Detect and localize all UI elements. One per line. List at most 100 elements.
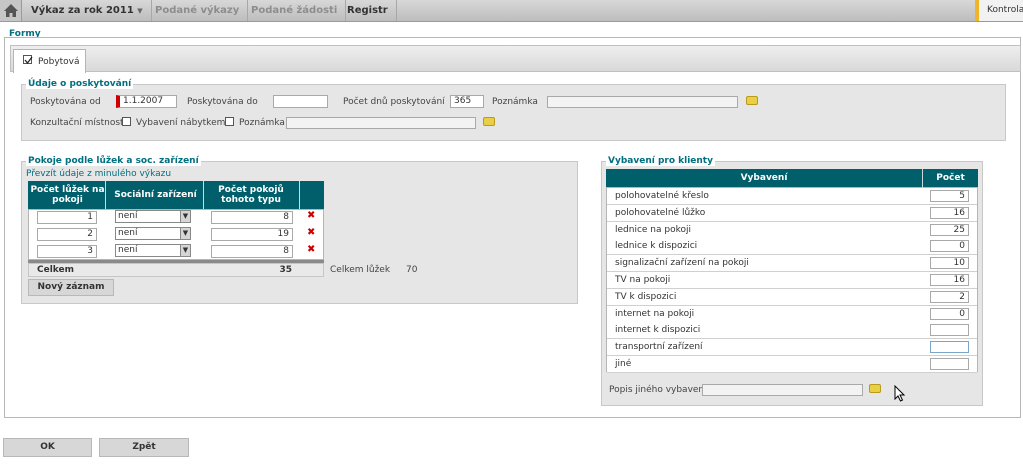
equipment-count-input[interactable] [930,324,969,336]
other-note-icon[interactable] [869,384,881,393]
equipment-name-header: Vybavení [606,173,922,183]
home-icon[interactable] [0,0,22,21]
consulting-room-label: Konzultační místnost [30,118,124,128]
new-record-button[interactable]: Nový záznam [28,279,114,296]
equipment-name: internet na pokoji [615,309,695,319]
beds-header: Počet lůžek na pokoji [30,185,105,205]
note2-input[interactable] [286,117,476,129]
equipment-name: signalizační zařízení na pokoji [615,258,749,268]
equipment-count-input[interactable]: 2 [930,291,969,303]
other-equipment-label: Popis jiného vybavení [609,385,707,395]
tab-registry[interactable]: Registr [339,0,397,21]
count-header: Počet pokojů tohoto typu [206,185,296,205]
table-row: jiné [607,356,977,373]
table-row: internet na pokoji 0 [607,306,977,323]
note-icon[interactable] [746,96,758,105]
residential-checkbox[interactable] [23,55,33,65]
ok-button[interactable]: OK [3,438,92,457]
equipment-count-input[interactable]: 25 [930,224,969,236]
total-label: Celkem [37,265,75,275]
to-date-input[interactable] [273,95,328,108]
equipment-count-input[interactable]: 16 [930,274,969,286]
note2-label: Poznámka [239,118,285,128]
table-row: TV k dispozici 2 [607,289,977,306]
equipment-count-input[interactable]: 5 [930,190,969,202]
equipment-name: lednice k dispozici [615,241,698,251]
equipment-title: Vybavení pro klienty [606,156,715,166]
social-select[interactable]: není ▼ [115,227,191,240]
table-row: TV na pokoji 16 [607,272,977,289]
delete-icon[interactable]: ✖ [307,227,315,238]
social-select-value: není [118,228,138,238]
table-row: internet k dispozici [607,322,977,339]
other-equipment-input[interactable] [702,384,863,396]
days-input[interactable]: 365 [450,95,484,108]
equipment-name: TV na pokoji [615,275,671,285]
check-button[interactable]: Kontrola [975,0,1023,21]
tab-report-2011-label: Výkaz za rok 2011 [31,5,134,16]
rooms-title: Pokoje podle lůžek a soc. zařízení [26,156,201,166]
copy-previous-link[interactable]: Převzít údaje z minulého výkazu [26,169,171,179]
tab-report-2011[interactable]: Výkaz za rok 2011 ▼ [23,0,152,21]
equipment-count-input[interactable]: 10 [930,257,969,269]
days-label: Počet dnů poskytování [343,97,445,107]
social-select[interactable]: není ▼ [115,244,191,257]
table-row: signalizační zařízení na pokoji 10 [607,255,977,272]
header-divider [203,181,204,209]
tab-submitted-requests[interactable]: Podané žádosti [243,0,347,21]
total-value: 35 [279,265,292,275]
tab-submitted-reports[interactable]: Podané výkazy [147,0,249,21]
table-row: polohovatelné lůžko 16 [607,205,977,222]
beds-input[interactable]: 2 [37,228,97,241]
equipment-name: polohovatelné lůžko [615,208,706,218]
equipment-count-input[interactable]: 0 [930,240,969,252]
table-row: transportní zařízení [607,339,977,356]
equipment-name: internet k dispozici [615,325,701,335]
rooms-count-input[interactable]: 19 [211,228,293,241]
header-divider [105,181,106,209]
note2-icon[interactable] [483,117,495,126]
provision-title: Údaje o poskytování [26,79,134,89]
beds-total-label: Celkem lůžek [330,265,391,275]
consulting-room-checkbox[interactable] [122,117,131,126]
beds-input[interactable]: 1 [37,211,97,224]
dropdown-arrow-icon: ▼ [180,228,190,239]
from-date-input[interactable]: 1.1.2007 [116,95,177,108]
provision-section [21,84,1006,141]
dropdown-arrow-icon: ▼ [180,245,190,256]
dropdown-arrow-icon: ▼ [180,211,190,222]
equipment-name: transportní zařízení [615,342,703,352]
equipment-name: jiné [615,359,632,369]
delete-icon[interactable]: ✖ [307,244,315,255]
note-label: Poznámka [492,97,538,107]
to-label: Poskytována do [187,97,258,107]
chevron-down-icon: ▼ [137,7,143,15]
tab-residential[interactable]: Pobytová [13,49,86,73]
furniture-checkbox[interactable] [225,117,234,126]
back-button[interactable]: Zpět [99,438,189,457]
rooms-count-input[interactable]: 8 [211,245,293,258]
social-select-value: není [118,245,138,255]
mouse-cursor-icon [894,384,906,405]
equipment-name: TV k dispozici [615,292,677,302]
note-input[interactable] [547,96,738,108]
equipment-count-input[interactable] [930,358,969,370]
table-row: lednice k dispozici 0 [607,238,977,255]
social-header: Sociální zařízení [110,190,201,200]
beds-input[interactable]: 3 [37,245,97,258]
rooms-count-input[interactable]: 8 [211,211,293,224]
equipment-count-input[interactable] [930,341,969,353]
equipment-name: lednice na pokoji [615,225,691,235]
social-select-value: není [118,211,138,221]
beds-total-value: 70 [406,265,418,275]
equipment-count-input[interactable]: 16 [930,207,969,219]
social-select[interactable]: není ▼ [115,210,191,223]
equipment-count-header: Počet [923,173,978,183]
delete-icon[interactable]: ✖ [307,210,315,221]
table-row: polohovatelné křeslo 5 [607,188,977,205]
equipment-name: polohovatelné křeslo [615,191,709,201]
header-divider [299,181,300,209]
furniture-label: Vybavení nábytkem [136,118,226,128]
form-tabstrip [10,45,1021,72]
equipment-count-input[interactable]: 0 [930,308,969,320]
